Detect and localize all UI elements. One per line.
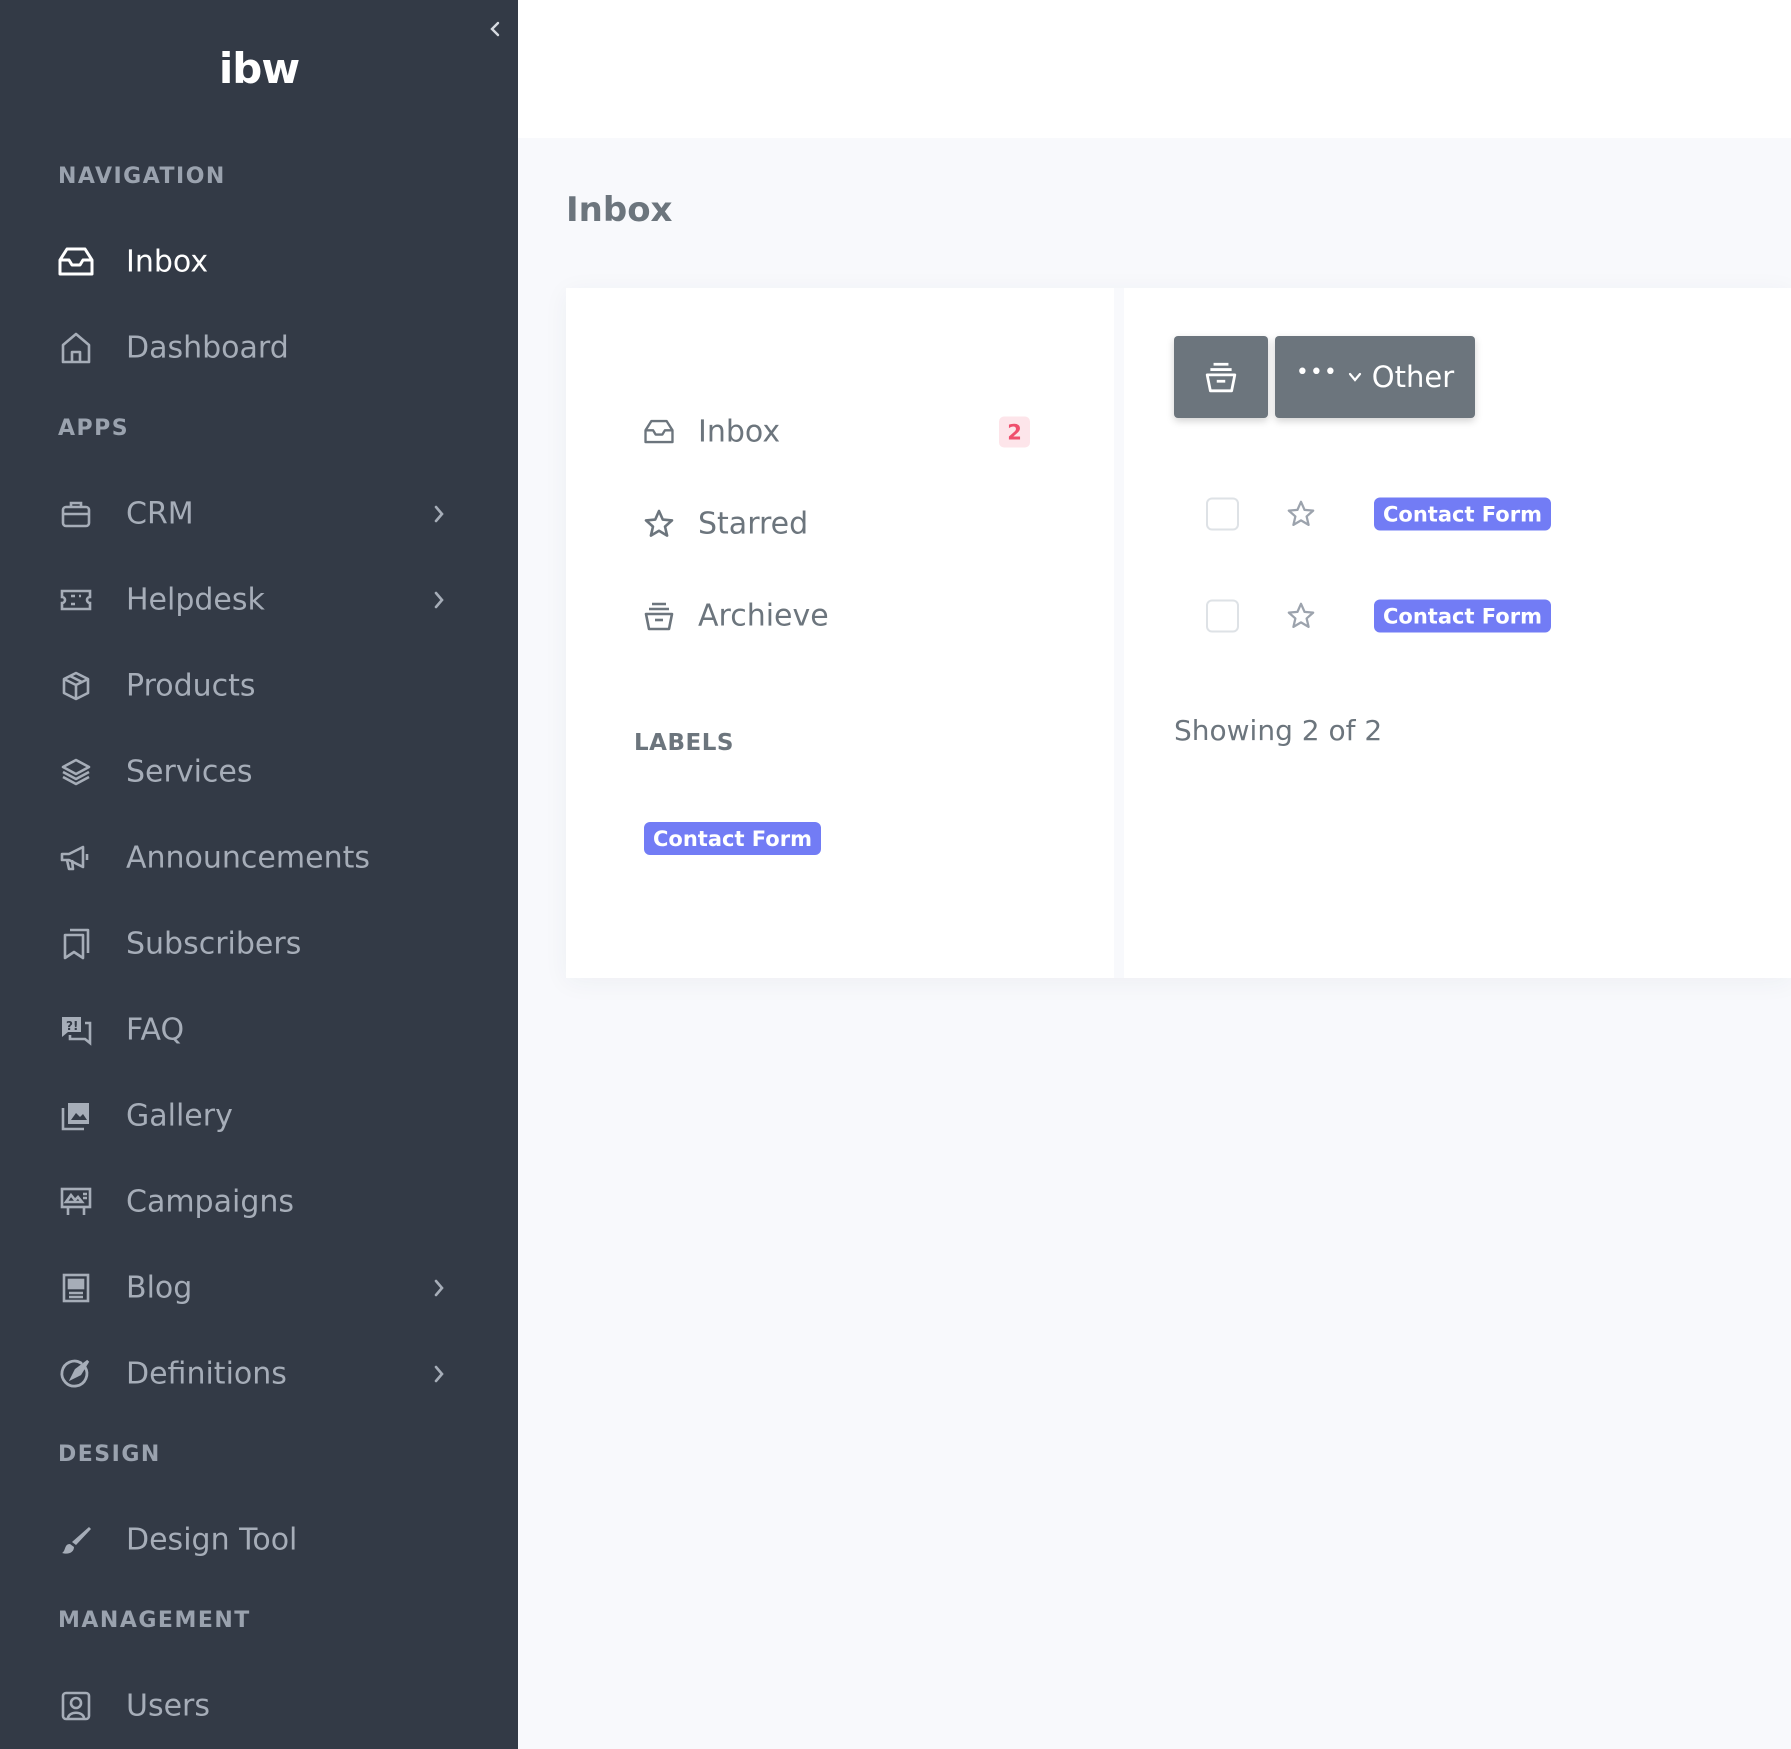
chevron-right-icon [428, 1277, 450, 1299]
sidebar-item-label: Gallery [126, 1098, 233, 1134]
page-title: Inbox [566, 190, 673, 230]
message-label-tag[interactable]: Contact Form [1374, 497, 1551, 531]
sidebar-item-dashboard[interactable]: Dashboard [0, 312, 518, 384]
sidebar-item-label: Services [126, 754, 253, 790]
sidebar-item-label: FAQ [126, 1012, 185, 1048]
message-checkbox[interactable] [1206, 599, 1239, 633]
sidebar-item-campaigns[interactable]: Campaigns [0, 1166, 518, 1238]
sidebar-item-label: Helpdesk [126, 582, 265, 618]
user-square-icon [57, 1687, 95, 1725]
folder-label: Inbox [698, 414, 781, 450]
section-title-design: DESIGN [58, 1442, 161, 1467]
bookmarks-icon [57, 925, 95, 963]
sidebar-item-helpdesk[interactable]: Helpdesk [0, 564, 518, 636]
sidebar-item-subscribers[interactable]: Subscribers [0, 908, 518, 980]
sidebar-item-label: Definitions [126, 1356, 287, 1392]
sidebar: ibw NAVIGATION Inbox Dashboard APPS CRM [0, 0, 518, 1749]
logo[interactable]: ibw [0, 44, 518, 93]
megaphone-icon [57, 839, 95, 877]
home-icon [57, 329, 95, 367]
image-icon [57, 1097, 95, 1135]
chevron-down-icon [1348, 372, 1361, 382]
sidebar-item-blog[interactable]: Blog [0, 1252, 518, 1324]
sidebar-item-label: Users [126, 1688, 211, 1724]
chevron-right-icon [428, 503, 450, 525]
sidebar-item-label: Products [126, 668, 256, 704]
star-icon[interactable] [1284, 497, 1318, 531]
sidebar-item-label: Design Tool [126, 1522, 298, 1558]
archive-icon [642, 599, 676, 633]
sidebar-item-products[interactable]: Products [0, 650, 518, 722]
sidebar-item-label: Campaigns [126, 1184, 295, 1220]
message-checkbox[interactable] [1206, 497, 1239, 531]
topbar [518, 0, 1791, 138]
newspaper-icon [57, 1269, 95, 1307]
sidebar-item-users[interactable]: Users [0, 1670, 518, 1742]
star-icon [642, 507, 676, 541]
chevron-right-icon [428, 1363, 450, 1385]
sidebar-item-label: Dashboard [126, 330, 289, 366]
sidebar-item-label: Blog [126, 1270, 193, 1306]
folder-starred[interactable]: Starred [642, 496, 1042, 552]
card-divider [1114, 288, 1124, 978]
sidebar-item-label: CRM [126, 496, 194, 532]
inbox-icon [642, 415, 676, 449]
ticket-icon [57, 581, 95, 619]
labels-title: LABELS [634, 730, 734, 756]
folder-label: Archieve [698, 598, 829, 634]
chevron-right-icon [428, 589, 450, 611]
sidebar-item-definitions[interactable]: Definitions [0, 1338, 518, 1410]
sidebar-item-announcements[interactable]: Announcements [0, 822, 518, 894]
sidebar-item-crm[interactable]: CRM [0, 478, 518, 550]
message-row[interactable]: Contact Form [1206, 484, 1766, 544]
sidebar-item-services[interactable]: Services [0, 736, 518, 808]
message-row[interactable]: Contact Form [1206, 586, 1766, 646]
sidebar-item-label: Inbox [126, 244, 209, 280]
collapse-sidebar-button[interactable] [484, 14, 506, 44]
star-icon[interactable] [1284, 599, 1318, 633]
sidebar-item-design-tool[interactable]: Design Tool [0, 1504, 518, 1576]
chevron-left-icon [490, 21, 500, 37]
message-label-tag[interactable]: Contact Form [1374, 599, 1551, 633]
sidebar-item-faq[interactable]: ?! FAQ [0, 994, 518, 1066]
mail-card: Inbox 2 Starred Archieve LABELS Contact … [566, 288, 1791, 978]
billboard-icon [57, 1183, 95, 1221]
other-dropdown-button[interactable]: ••• Other [1275, 336, 1475, 418]
briefcase-icon [57, 495, 95, 533]
section-title-management: MANAGEMENT [58, 1608, 251, 1633]
folder-archive[interactable]: Archieve [642, 588, 1042, 644]
box-icon [57, 667, 95, 705]
section-title-apps: APPS [58, 416, 130, 441]
compass-icon [57, 1355, 95, 1393]
sidebar-item-inbox[interactable]: Inbox [0, 226, 518, 298]
label-contact-form[interactable]: Contact Form [644, 822, 821, 855]
inbox-icon [57, 243, 95, 281]
archive-button[interactable] [1174, 336, 1268, 418]
folder-label: Starred [698, 506, 809, 542]
pagination-status: Showing 2 of 2 [1174, 714, 1383, 747]
brush-icon [57, 1521, 95, 1559]
unread-count-badge: 2 [999, 416, 1030, 448]
sidebar-item-gallery[interactable]: Gallery [0, 1080, 518, 1152]
folder-inbox[interactable]: Inbox 2 [642, 404, 1042, 460]
sidebar-item-label: Subscribers [126, 926, 302, 962]
more-dots-icon: ••• [1295, 359, 1338, 385]
sidebar-item-label: Announcements [126, 840, 370, 876]
layers-icon [57, 753, 95, 791]
question-chat-icon: ?! [57, 1011, 95, 1049]
svg-text:?!: ?! [66, 1019, 78, 1033]
section-title-navigation: NAVIGATION [58, 164, 226, 189]
archive-icon [1205, 362, 1237, 393]
other-label: Other [1371, 360, 1455, 394]
